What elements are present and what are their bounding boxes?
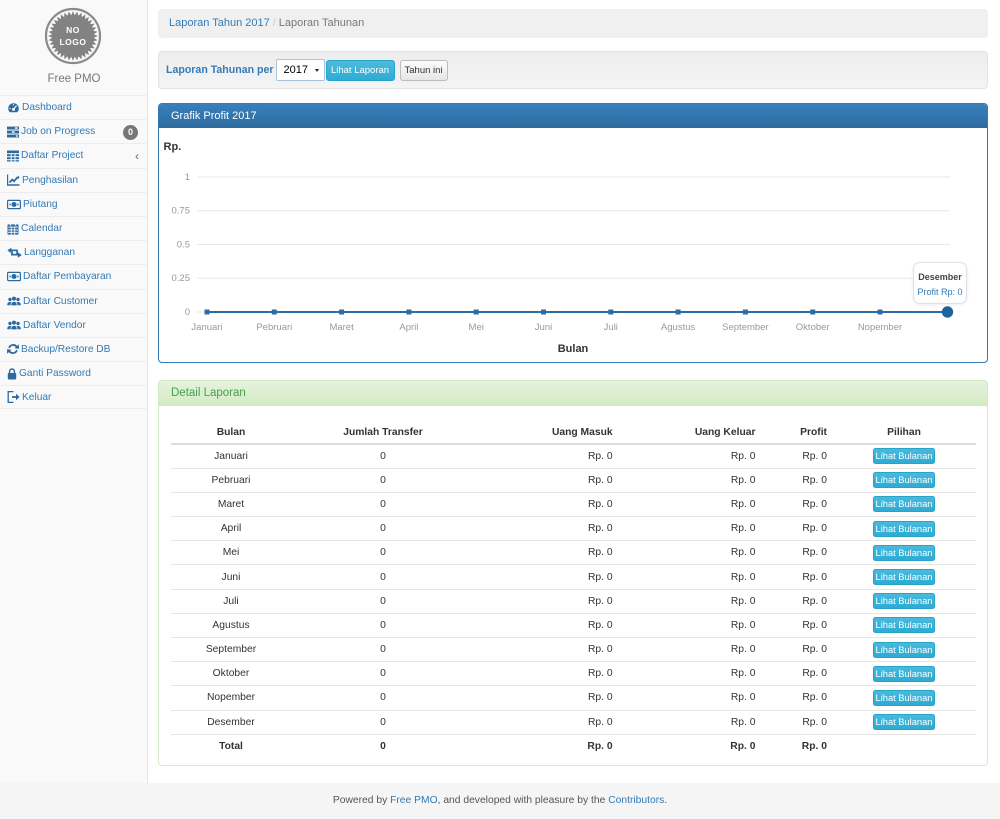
svg-text:Januari: Januari	[191, 322, 222, 333]
svg-text:Oktober: Oktober	[796, 322, 830, 333]
svg-text:Juli: Juli	[604, 322, 618, 333]
svg-text:Bulan: Bulan	[558, 343, 589, 355]
svg-text:September: September	[722, 322, 768, 333]
svg-text:NO: NO	[66, 25, 80, 35]
svg-text:Nopember: Nopember	[858, 322, 902, 333]
svg-text:LOGO: LOGO	[59, 37, 86, 47]
svg-text:0: 0	[185, 307, 190, 318]
svg-text:1: 1	[185, 172, 190, 183]
svg-text:Pebruari: Pebruari	[256, 322, 292, 333]
svg-text:0.25: 0.25	[172, 273, 191, 284]
svg-text:April: April	[399, 322, 418, 333]
svg-text:Maret: Maret	[329, 322, 354, 333]
svg-text:Rp.: Rp.	[164, 141, 182, 153]
svg-text:Juni: Juni	[535, 322, 552, 333]
svg-text:0.75: 0.75	[172, 206, 191, 217]
svg-text:Agustus: Agustus	[661, 322, 696, 333]
svg-text:Mei: Mei	[469, 322, 484, 333]
svg-text:0.5: 0.5	[177, 240, 190, 251]
